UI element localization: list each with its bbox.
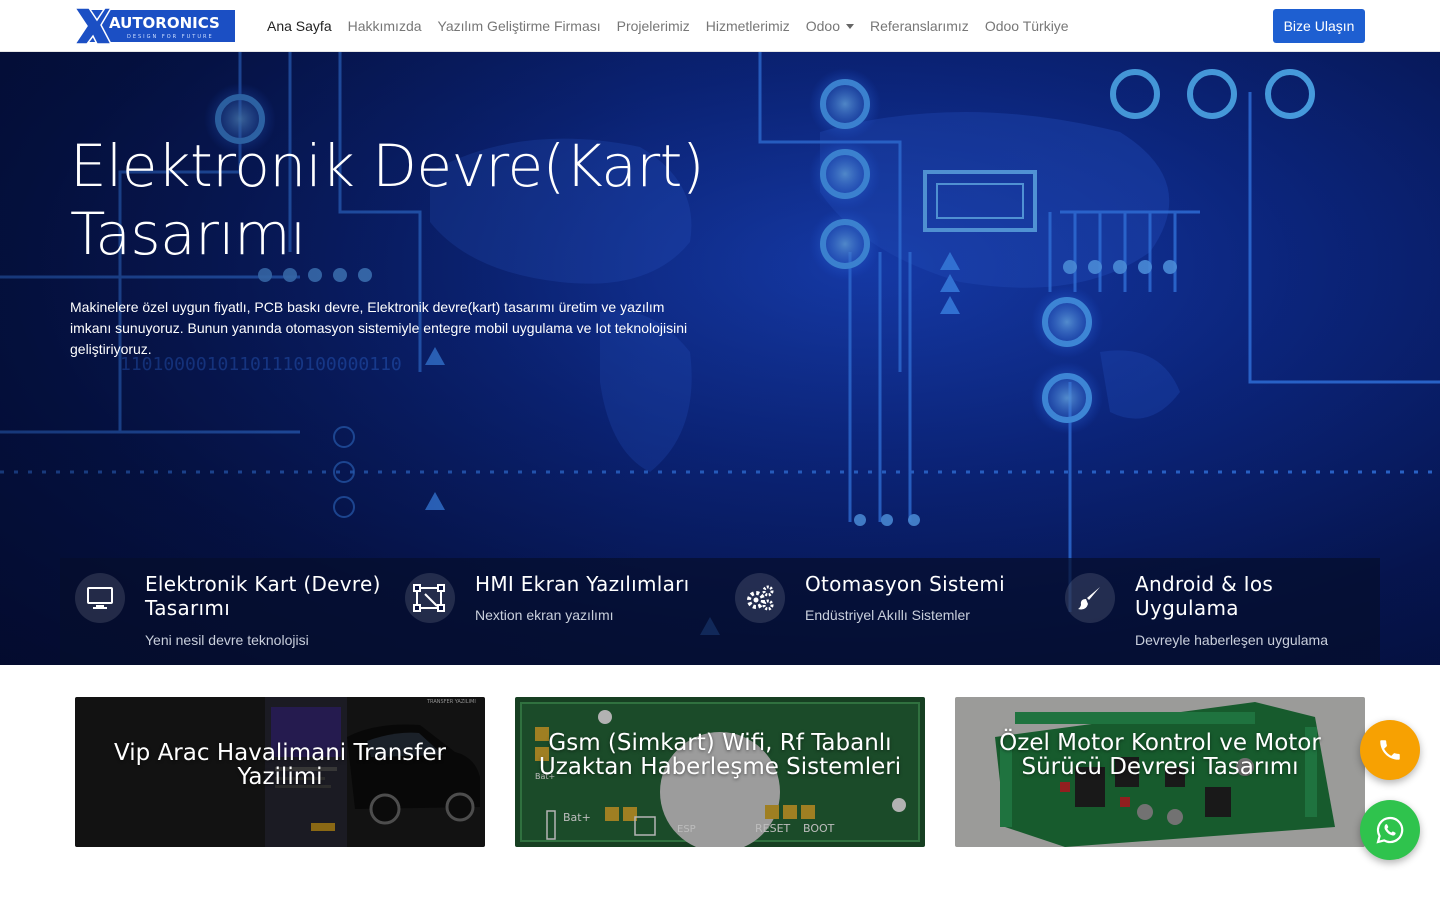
feature-subtitle: Nextion ekran yazılımı: [475, 607, 614, 623]
chevron-down-icon: [846, 24, 854, 29]
whatsapp-button[interactable]: [1360, 800, 1420, 860]
nav-referanslarimiz[interactable]: Referanslarımız: [862, 18, 977, 34]
nav-ana-sayfa[interactable]: Ana Sayfa: [259, 18, 340, 34]
phone-icon: [1380, 740, 1400, 760]
nav-odoo-dropdown[interactable]: Odoo: [798, 18, 862, 34]
project-card-motor[interactable]: Özel Motor Kontrol ve Motor Sürücü Devre…: [955, 697, 1365, 847]
hero-section: 11010000101101110100000110 Elektronik De…: [0, 52, 1440, 665]
nav-hizmetlerimiz[interactable]: Hizmetlerimiz: [698, 18, 798, 34]
nav-odoo-turkiye[interactable]: Odoo Türkiye: [977, 18, 1077, 34]
card-title: Vip Arac Havalimani Transfer Yazilimi: [114, 740, 446, 790]
feature-title: Otomasyon Sistemi: [805, 572, 1006, 596]
contact-button[interactable]: Bize Ulaşın: [1273, 9, 1365, 43]
feature-subtitle: Endüstriyel Akıllı Sistemler: [805, 607, 970, 623]
card-title: Özel Motor Kontrol ve Motor Sürücü Devre…: [999, 730, 1321, 780]
main-nav: Ana Sayfa Hakkımızda Yazılım Geliştirme …: [259, 0, 1077, 52]
feature-title: Android & Ios Uygulama: [1135, 572, 1274, 620]
navbar: AUTORONICS DESIGN FOR FUTURE Ana Sayfa H…: [0, 0, 1440, 52]
feature-item-hmi[interactable]: HMI Ekran Yazılımları Nextion ekran yazı…: [390, 558, 720, 665]
monitor-icon: [75, 573, 125, 623]
whatsapp-icon: [1376, 816, 1404, 844]
card-title: Gsm (Simkart) Wifi, Rf Tabanlı Uzaktan H…: [538, 730, 902, 780]
feature-subtitle: Yeni nesil devre teknolojisi: [145, 632, 309, 648]
nav-odoo-label: Odoo: [805, 18, 840, 34]
feature-item-elektronik-kart[interactable]: Elektronik Kart (Devre) Tasarımı Yeni ne…: [60, 558, 390, 665]
nav-projelerimiz[interactable]: Projelerimiz: [609, 18, 698, 34]
feature-title: HMI Ekran Yazılımları: [475, 572, 690, 596]
hero-description: Makinelere özel uygun fiyatlı, PCB baskı…: [70, 299, 688, 357]
gears-icon: [735, 573, 785, 623]
feature-subtitle: Devreyle haberleşen uygulama: [1135, 632, 1328, 648]
vector-icon: [405, 573, 455, 623]
phone-call-button[interactable]: [1360, 720, 1420, 780]
project-card-gsm[interactable]: RESET BOOT Bat+ Bat+ ESP Gsm (Simkart) W…: [515, 697, 925, 847]
logo-tagline: DESIGN FOR FUTURE: [127, 34, 214, 40]
feature-item-android-ios[interactable]: Android & Ios Uygulama Devreyle haberleş…: [1050, 558, 1380, 665]
autoronics-logo[interactable]: AUTORONICS DESIGN FOR FUTURE: [73, 7, 235, 45]
project-card-transfer[interactable]: TRANSFER YAZILIMI Vip Arac Havalimani Tr…: [75, 697, 485, 847]
feature-title: Elektronik Kart (Devre) Tasarımı: [145, 572, 381, 620]
feature-item-otomasyon[interactable]: Otomasyon Sistemi Endüstriyel Akıllı Sis…: [720, 558, 1050, 665]
nav-hakkimizda[interactable]: Hakkımızda: [340, 18, 430, 34]
brush-icon: [1065, 573, 1115, 623]
logo-text: AUTORONICS: [109, 14, 220, 32]
feature-strip: Elektronik Kart (Devre) Tasarımı Yeni ne…: [60, 558, 1380, 665]
nav-yazilim-gelistirme[interactable]: Yazılım Geliştirme Firması: [430, 18, 609, 34]
hero-title: Elektronik Devre(Kart) Tasarımı: [70, 132, 705, 268]
